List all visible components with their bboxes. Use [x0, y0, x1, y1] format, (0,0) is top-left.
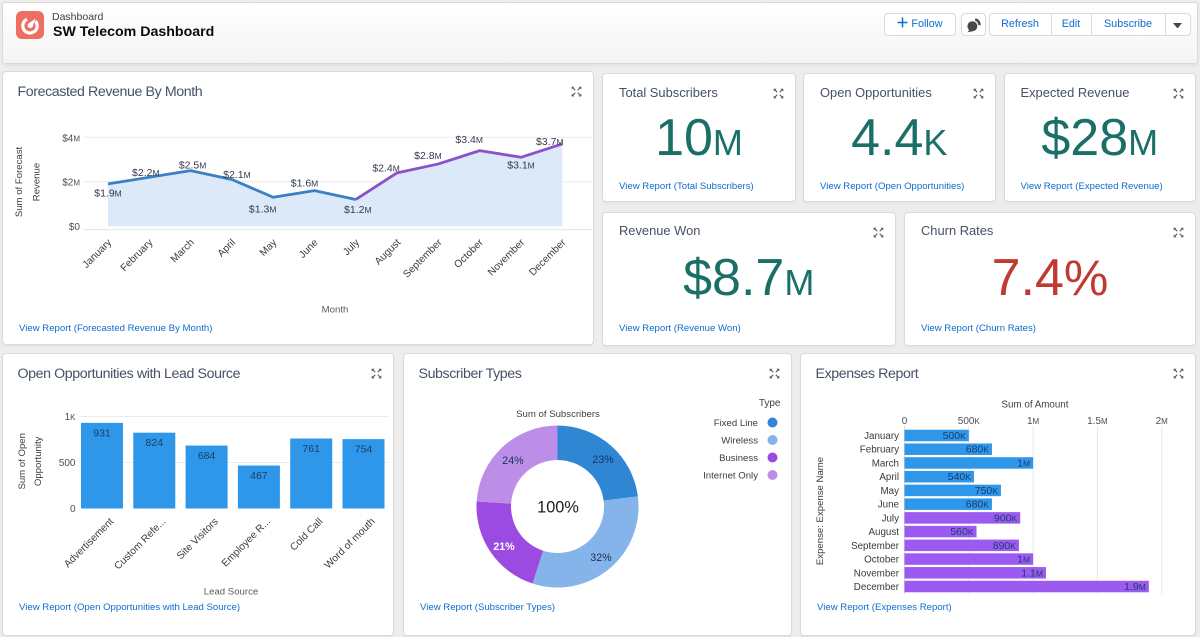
- svg-text:June: June: [297, 237, 321, 261]
- svg-text:$3.1M: $3.1M: [507, 159, 535, 171]
- svg-text:February: February: [119, 237, 156, 274]
- svg-text:Sum of Forecast: Sum of Forecast: [14, 146, 25, 217]
- svg-text:680K: 680K: [966, 499, 990, 511]
- svg-text:Site Visitors: Site Visitors: [175, 516, 221, 562]
- svg-text:Custom Refe...: Custom Refe...: [113, 516, 169, 572]
- svg-text:Opportunity: Opportunity: [33, 436, 44, 486]
- svg-text:Sum of Amount: Sum of Amount: [1002, 400, 1069, 411]
- svg-text:Advertisement: Advertisement: [62, 516, 116, 570]
- svg-text:23%: 23%: [592, 454, 614, 466]
- svg-text:0: 0: [902, 416, 908, 427]
- svg-text:1M: 1M: [1027, 416, 1040, 427]
- svg-text:1.5M: 1.5M: [1087, 416, 1108, 427]
- svg-text:October: October: [452, 237, 486, 271]
- svg-text:1.9M: 1.9M: [1124, 581, 1146, 593]
- svg-text:754: 754: [355, 444, 373, 456]
- svg-text:$2.1M: $2.1M: [223, 169, 251, 181]
- svg-text:1K: 1K: [65, 412, 77, 423]
- svg-text:$2.5M: $2.5M: [179, 160, 207, 172]
- svg-text:Cold Call: Cold Call: [288, 516, 325, 553]
- svg-text:Internet Only: Internet Only: [703, 471, 758, 482]
- svg-text:100%: 100%: [537, 499, 579, 517]
- svg-text:560K: 560K: [950, 526, 974, 538]
- svg-text:December: December: [854, 582, 900, 593]
- svg-text:Sum of Open: Sum of Open: [17, 433, 28, 490]
- svg-text:1M: 1M: [1017, 554, 1030, 566]
- svg-text:680K: 680K: [966, 444, 990, 456]
- svg-text:$0: $0: [69, 222, 81, 233]
- svg-text:Business: Business: [719, 453, 758, 464]
- svg-text:Fixed Line: Fixed Line: [714, 418, 758, 429]
- svg-text:540K: 540K: [948, 471, 972, 483]
- svg-text:February: February: [860, 445, 899, 456]
- svg-text:April: April: [216, 237, 238, 259]
- svg-text:August: August: [373, 237, 403, 267]
- svg-text:March: March: [169, 237, 197, 265]
- svg-text:January: January: [864, 431, 899, 442]
- svg-text:September: September: [401, 237, 444, 280]
- svg-text:October: October: [864, 555, 900, 566]
- svg-text:931: 931: [93, 427, 111, 439]
- svg-text:Revenue: Revenue: [32, 163, 43, 201]
- svg-text:Lead Source: Lead Source: [204, 587, 258, 598]
- svg-text:824: 824: [146, 437, 164, 449]
- svg-text:$4M: $4M: [62, 133, 80, 144]
- svg-text:684: 684: [198, 450, 216, 462]
- svg-text:July: July: [882, 513, 900, 524]
- svg-text:890K: 890K: [993, 540, 1017, 552]
- svg-text:900K: 900K: [994, 512, 1018, 524]
- svg-text:$3.7M: $3.7M: [536, 136, 564, 148]
- svg-text:1M: 1M: [1017, 457, 1030, 469]
- svg-text:September: September: [851, 541, 900, 552]
- svg-text:Wireless: Wireless: [721, 436, 758, 447]
- svg-text:500: 500: [59, 458, 76, 469]
- svg-text:750K: 750K: [975, 485, 999, 497]
- svg-text:March: March: [872, 458, 899, 469]
- svg-text:Expense: Expense Name: Expense: Expense Name: [815, 457, 826, 565]
- svg-text:April: April: [879, 472, 899, 483]
- svg-text:June: June: [878, 500, 900, 511]
- svg-text:$3.4M: $3.4M: [455, 134, 483, 146]
- svg-text:December: December: [527, 237, 568, 278]
- svg-text:2M: 2M: [1156, 416, 1169, 427]
- svg-text:Word of mouth: Word of mouth: [323, 516, 378, 571]
- svg-text:21%: 21%: [493, 541, 515, 553]
- svg-text:Type: Type: [759, 398, 781, 409]
- svg-text:May: May: [880, 486, 899, 497]
- svg-text:$2.8M: $2.8M: [414, 150, 442, 162]
- svg-text:$1.9M: $1.9M: [94, 187, 122, 199]
- svg-text:761: 761: [302, 443, 320, 455]
- svg-text:$2M: $2M: [62, 178, 80, 189]
- svg-text:24%: 24%: [502, 455, 524, 467]
- svg-text:Employee R...: Employee R...: [220, 516, 273, 569]
- svg-text:Sum of Subscribers: Sum of Subscribers: [516, 409, 600, 420]
- svg-text:$1.3M: $1.3M: [249, 204, 277, 216]
- svg-text:500K: 500K: [943, 430, 967, 442]
- svg-text:32%: 32%: [590, 552, 612, 564]
- svg-text:$1.6M: $1.6M: [291, 178, 319, 190]
- svg-text:January: January: [81, 237, 115, 271]
- svg-text:$2.4M: $2.4M: [372, 162, 400, 174]
- svg-text:1.1M: 1.1M: [1021, 567, 1043, 579]
- svg-text:August: August: [868, 527, 899, 538]
- svg-text:Month: Month: [322, 305, 349, 316]
- svg-text:0: 0: [70, 504, 76, 515]
- svg-text:$2.2M: $2.2M: [132, 167, 160, 179]
- svg-text:500K: 500K: [958, 416, 981, 427]
- svg-text:November: November: [486, 237, 527, 278]
- svg-text:July: July: [341, 237, 362, 258]
- svg-text:$1.2M: $1.2M: [344, 204, 372, 216]
- svg-text:November: November: [854, 568, 900, 579]
- svg-text:467: 467: [250, 470, 268, 482]
- svg-text:May: May: [258, 237, 280, 259]
